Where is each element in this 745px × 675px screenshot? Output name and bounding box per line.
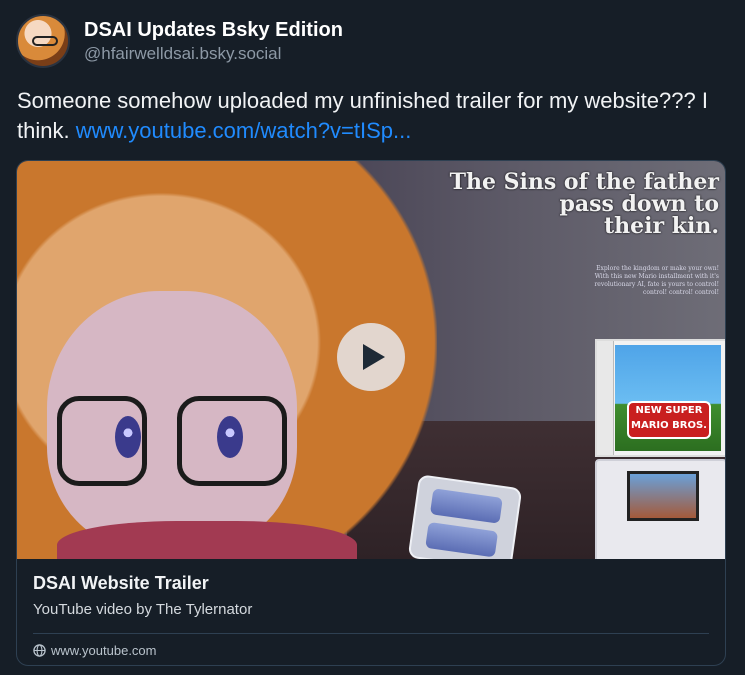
thumbnail-ds-console xyxy=(595,459,725,559)
post-header: DSAI Updates Bsky Edition @hfairwelldsai… xyxy=(16,14,343,68)
card-domain-text[interactable]: www.youtube.com xyxy=(51,643,157,658)
thumbnail-eye-right xyxy=(217,416,243,458)
card-title[interactable]: DSAI Website Trailer xyxy=(33,571,709,595)
card-description: YouTube video by The Tylernator xyxy=(33,601,253,618)
card-meta: DSAI Website Trailer YouTube video by Th… xyxy=(17,559,725,665)
play-button[interactable] xyxy=(337,323,405,391)
thumbnail-fineprint: Explore the kingdom or make your own! Wi… xyxy=(594,265,719,296)
avatar[interactable] xyxy=(16,14,70,68)
thumbnail-shirt xyxy=(57,521,357,559)
globe-icon xyxy=(33,644,46,657)
game-box-logo: NEW SUPER MARIO BROS. xyxy=(627,401,711,439)
card-domain: www.youtube.com xyxy=(33,643,709,658)
thumbnail-game-box: NEW SUPER MARIO BROS. xyxy=(595,339,725,457)
tagline-line-2: pass down to xyxy=(559,191,719,217)
tagline-line-1: The Sins of the father xyxy=(449,169,719,195)
tagline-line-3: their kin. xyxy=(603,213,719,239)
author-names: DSAI Updates Bsky Edition @hfairwelldsai… xyxy=(84,17,343,65)
game-box-spine xyxy=(597,341,614,455)
thumbnail-console xyxy=(407,474,523,559)
author-display-name[interactable]: DSAI Updates Bsky Edition xyxy=(84,17,343,43)
thumbnail-eye-left xyxy=(115,416,141,458)
play-icon xyxy=(362,344,385,370)
ds-screen xyxy=(627,471,699,521)
video-thumbnail[interactable]: The Sins of the father pass down to thei… xyxy=(17,161,725,559)
card-divider xyxy=(33,633,709,634)
author-handle[interactable]: @hfairwelldsai.bsky.social xyxy=(84,43,343,65)
post-text: Someone somehow uploaded my unfinished t… xyxy=(17,86,717,146)
post-link[interactable]: www.youtube.com/watch?v=tISp... xyxy=(76,118,412,143)
link-card[interactable]: The Sins of the father pass down to thei… xyxy=(16,160,726,666)
thumbnail-tagline: The Sins of the father pass down to thei… xyxy=(450,171,719,237)
